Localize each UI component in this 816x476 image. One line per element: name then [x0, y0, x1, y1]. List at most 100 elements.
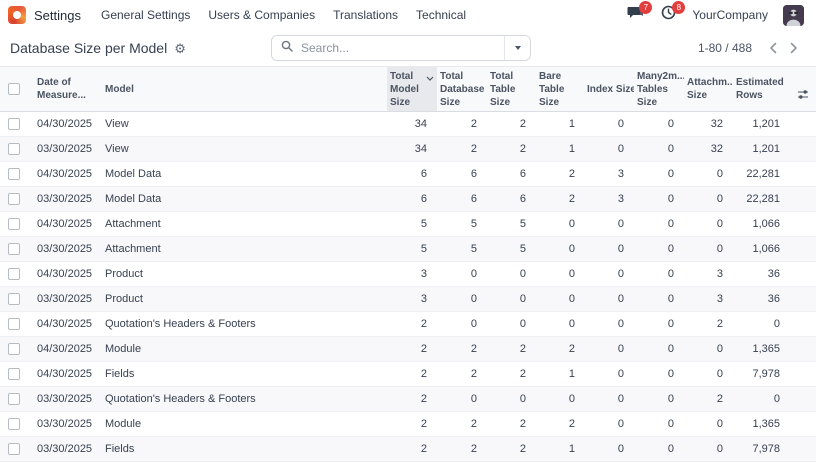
cell-attachment-size: 2	[684, 393, 733, 405]
menu-technical[interactable]: Technical	[416, 8, 466, 22]
cell-attachment-size: 32	[684, 118, 733, 130]
cell-date-of-measure: 03/30/2025	[28, 193, 100, 205]
row-checkbox[interactable]	[0, 262, 28, 286]
cell-attachment-size: 0	[684, 218, 733, 230]
cell-total-model-size: 2	[387, 318, 437, 330]
header-bare-table-size[interactable]: Bare Table Size	[536, 70, 585, 109]
table-row[interactable]: 04/30/2025 View 34 2 2 1 0 0 32 1,201	[0, 112, 816, 137]
row-checkbox[interactable]	[0, 112, 28, 136]
caret-down-icon	[515, 46, 521, 50]
cell-model: Model Data	[100, 168, 387, 180]
row-checkbox[interactable]	[0, 437, 28, 461]
cell-index-size: 0	[585, 118, 634, 130]
cell-attachment-size: 0	[684, 418, 733, 430]
row-checkbox[interactable]	[0, 362, 28, 386]
cell-total-table-size: 6	[487, 193, 536, 205]
row-checkbox[interactable]	[0, 212, 28, 236]
row-checkbox[interactable]	[0, 337, 28, 361]
cell-many2m-tables-size: 0	[634, 168, 684, 180]
cell-date-of-measure: 03/30/2025	[28, 418, 100, 430]
cell-total-table-size: 0	[487, 318, 536, 330]
cell-total-database-size: 2	[437, 418, 487, 430]
header-total-model-size[interactable]: Total Model Size	[387, 67, 437, 111]
table-row[interactable]: 03/30/2025 Attachment 5 5 5 0 0 0 0 1,06…	[0, 237, 816, 262]
table-body: 04/30/2025 View 34 2 2 1 0 0 32 1,201 03…	[0, 112, 816, 462]
header-total-table-size[interactable]: Total Table Size	[487, 70, 536, 109]
cell-attachment-size: 0	[684, 368, 733, 380]
table-row[interactable]: 04/30/2025 Product 3 0 0 0 0 0 3 36	[0, 262, 816, 287]
table-row[interactable]: 03/30/2025 Fields 2 2 2 1 0 0 0 7,978	[0, 437, 816, 462]
row-checkbox[interactable]	[0, 287, 28, 311]
search-options-toggle[interactable]	[504, 36, 530, 60]
menu-general-settings[interactable]: General Settings	[101, 8, 190, 22]
company-name[interactable]: YourCompany	[692, 8, 768, 22]
table-row[interactable]: 03/30/2025 Quotation's Headers & Footers…	[0, 387, 816, 412]
cell-total-database-size: 5	[437, 243, 487, 255]
cell-many2m-tables-size: 0	[634, 143, 684, 155]
cell-bare-table-size: 0	[536, 243, 585, 255]
cell-date-of-measure: 04/30/2025	[28, 118, 100, 130]
row-checkbox[interactable]	[0, 237, 28, 261]
top-nav-bar: Settings General Settings Users & Compan…	[0, 0, 816, 30]
cell-model: Attachment	[100, 243, 387, 255]
cell-model: Module	[100, 343, 387, 355]
messages-button[interactable]: 7	[626, 7, 644, 23]
menu-translations[interactable]: Translations	[333, 8, 398, 22]
cell-date-of-measure: 04/30/2025	[28, 318, 100, 330]
header-estimated-rows[interactable]: Estimated Rows	[733, 76, 790, 102]
table-row[interactable]: 04/30/2025 Quotation's Headers & Footers…	[0, 312, 816, 337]
cell-bare-table-size: 0	[536, 318, 585, 330]
table-row[interactable]: 03/30/2025 Module 2 2 2 2 0 0 0 1,365	[0, 412, 816, 437]
cell-estimated-rows: 0	[733, 318, 790, 330]
menu-users-companies[interactable]: Users & Companies	[208, 8, 315, 22]
settings-app-icon[interactable]	[8, 6, 26, 24]
row-checkbox[interactable]	[0, 312, 28, 336]
cell-total-database-size: 2	[437, 343, 487, 355]
header-total-database-size[interactable]: Total Database Size	[437, 70, 487, 109]
cell-bare-table-size: 1	[536, 118, 585, 130]
cell-many2m-tables-size: 0	[634, 218, 684, 230]
table-row[interactable]: 03/30/2025 Product 3 0 0 0 0 0 3 36	[0, 287, 816, 312]
row-checkbox[interactable]	[0, 137, 28, 161]
control-panel: Database Size per Model ⚙ 1-80 / 488	[0, 30, 816, 66]
cell-date-of-measure: 04/30/2025	[28, 343, 100, 355]
search-field-area[interactable]	[272, 36, 504, 60]
header-attachment-size[interactable]: Attachm... Size	[684, 76, 733, 102]
table-row[interactable]: 04/30/2025 Fields 2 2 2 1 0 0 0 7,978	[0, 362, 816, 387]
cell-total-table-size: 0	[487, 268, 536, 280]
row-checkbox[interactable]	[0, 412, 28, 436]
search-input[interactable]	[299, 40, 495, 56]
pager-previous-button[interactable]	[762, 37, 783, 59]
cell-total-database-size: 2	[437, 143, 487, 155]
table-row[interactable]: 04/30/2025 Module 2 2 2 2 0 0 0 1,365	[0, 337, 816, 362]
cell-total-database-size: 2	[437, 118, 487, 130]
table-row[interactable]: 04/30/2025 Model Data 6 6 6 2 3 0 0 22,2…	[0, 162, 816, 187]
cell-date-of-measure: 03/30/2025	[28, 243, 100, 255]
row-checkbox[interactable]	[0, 162, 28, 186]
cell-index-size: 0	[585, 243, 634, 255]
adjust-columns-icon	[797, 89, 809, 104]
adjust-columns-button[interactable]	[790, 67, 816, 111]
cell-bare-table-size: 2	[536, 418, 585, 430]
action-menu-gear-icon[interactable]: ⚙	[174, 42, 186, 55]
row-checkbox[interactable]	[0, 187, 28, 211]
header-many2m-tables-size[interactable]: Many2m... Tables Size	[634, 70, 684, 109]
user-avatar[interactable]	[783, 5, 804, 26]
cell-total-database-size: 6	[437, 168, 487, 180]
table-row[interactable]: 04/30/2025 Attachment 5 5 5 0 0 0 0 1,06…	[0, 212, 816, 237]
activities-button[interactable]: 8	[659, 7, 677, 23]
select-all-checkbox[interactable]	[0, 67, 28, 111]
header-index-size[interactable]: Index Size	[585, 83, 634, 96]
table-row[interactable]: 03/30/2025 View 34 2 2 1 0 0 32 1,201	[0, 137, 816, 162]
table-row[interactable]: 03/30/2025 Model Data 6 6 6 2 3 0 0 22,2…	[0, 187, 816, 212]
cell-index-size: 0	[585, 293, 634, 305]
header-model[interactable]: Model	[100, 83, 387, 96]
header-date-of-measure[interactable]: Date of Measure...	[28, 76, 100, 102]
cell-total-model-size: 3	[387, 268, 437, 280]
cell-estimated-rows: 1,201	[733, 143, 790, 155]
app-menu-button[interactable]: Settings	[34, 8, 81, 23]
page-title: Database Size per Model	[10, 40, 167, 56]
pager-next-button[interactable]	[783, 37, 804, 59]
cell-bare-table-size: 1	[536, 443, 585, 455]
row-checkbox[interactable]	[0, 387, 28, 411]
